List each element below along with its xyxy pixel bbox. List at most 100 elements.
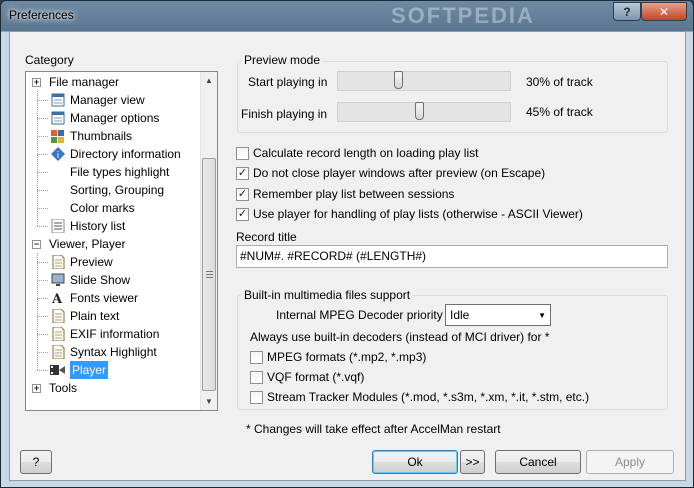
document-icon (50, 344, 66, 360)
tree-item-exif-information[interactable]: EXIF information (50, 325, 159, 343)
checkbox-box[interactable] (236, 146, 249, 160)
checkbox-box[interactable]: ✓ (236, 187, 249, 201)
checkbox-box[interactable]: ✓ (236, 166, 249, 180)
tree-item-label: Manager view (70, 93, 145, 107)
tree-item-sorting-grouping[interactable]: Sorting, Grouping (50, 181, 164, 199)
tree-item-label: Color marks (70, 201, 135, 215)
list-icon (50, 218, 66, 234)
mpeg-priority-label: Internal MPEG Decoder priority (276, 308, 443, 322)
decoders-label: Always use built-in decoders (instead of… (250, 330, 550, 344)
title-bar[interactable]: Preferences SOFTPEDIA ? ✕ (1, 1, 693, 31)
tree-item-label: Viewer, Player (49, 237, 126, 251)
start-playing-slider[interactable] (337, 71, 511, 91)
tree-item-label: Manager options (70, 111, 160, 125)
tree-item-syntax-highlight[interactable]: Syntax Highlight (50, 343, 157, 361)
record-title-label: Record title (236, 230, 297, 244)
tree-item-fonts-viewer[interactable]: A Fonts viewer (50, 289, 138, 307)
tree-item-label: Tools (49, 381, 78, 395)
tree-item-file-types-highlight[interactable]: File types highlight (50, 163, 169, 181)
thumbnails-icon (50, 128, 66, 144)
film-icon (50, 362, 66, 378)
tree-item-label: File manager (49, 75, 120, 89)
tree-item-label: Thumbnails (70, 129, 133, 143)
do-not-close-checkbox[interactable]: ✓ Do not close player windows after previ… (236, 166, 545, 180)
tree-item-player[interactable]: Player (50, 361, 109, 379)
vqf-format-checkbox[interactable]: VQF format (*.vqf) (250, 370, 364, 384)
start-playing-value: 30% of track (526, 75, 593, 89)
scroll-thumb[interactable] (202, 158, 216, 391)
finish-slider-thumb[interactable] (415, 102, 424, 120)
stream-tracker-checkbox[interactable]: Stream Tracker Modules (*.mod, *.s3m, *.… (250, 390, 589, 404)
scroll-up-icon[interactable]: ▲ (201, 72, 217, 89)
tree-item-slide-show[interactable]: Slide Show (50, 271, 130, 289)
tree-item-viewer-player[interactable]: − Viewer, Player (32, 235, 125, 253)
font-icon: A (50, 290, 66, 306)
multimedia-title: Built-in multimedia files support (242, 288, 413, 302)
tree-item-label: History list (70, 219, 126, 233)
checkbox-box[interactable] (250, 350, 263, 364)
none-icon (50, 164, 66, 180)
finish-playing-slider[interactable] (337, 102, 511, 122)
expand-icon[interactable]: + (32, 77, 41, 87)
collapse-icon[interactable]: − (32, 239, 41, 249)
tree-scrollbar[interactable]: ▲ ▼ (200, 72, 217, 410)
close-icon[interactable]: ✕ (641, 2, 687, 21)
tree-item-color-marks[interactable]: Color marks (50, 199, 135, 217)
scroll-down-icon[interactable]: ▼ (201, 393, 217, 410)
tree-item-directory-information[interactable]: i Directory information (50, 145, 181, 163)
start-slider-thumb[interactable] (394, 71, 403, 89)
mpeg-formats-checkbox[interactable]: MPEG formats (*.mp2, *.mp3) (250, 350, 426, 364)
checkbox-box[interactable]: ✓ (236, 207, 249, 221)
tree-item-manager-options[interactable]: Manager options (50, 109, 159, 127)
tree-item-label: Sorting, Grouping (70, 183, 165, 197)
tree-item-history-list[interactable]: History list (50, 217, 125, 235)
category-tree[interactable]: ▲ ▼ + File manager Manager view Manager opt… (25, 71, 218, 411)
tree-item-label: Player (70, 361, 109, 379)
remember-playlist-checkbox[interactable]: ✓ Remember play list between sessions (236, 187, 454, 201)
tree-item-tools[interactable]: + Tools (32, 379, 77, 397)
tree-item-label: Fonts viewer (70, 291, 139, 305)
document-icon (50, 308, 66, 324)
expand-icon[interactable]: + (32, 383, 41, 393)
next-button[interactable]: >> (460, 450, 485, 474)
preferences-window: Preferences SOFTPEDIA ? ✕ Category ▲ ▼ +… (0, 0, 694, 488)
tree-item-label: File types highlight (70, 165, 170, 179)
window-icon (50, 110, 66, 126)
tree-item-label: Syntax Highlight (70, 345, 157, 359)
calculate-length-checkbox[interactable]: Calculate record length on loading play … (236, 146, 478, 160)
dialog-body: Category ▲ ▼ + File manager Manager view Ma… (9, 31, 686, 481)
use-player-checkbox[interactable]: ✓ Use player for handling of play lists (… (236, 207, 583, 221)
preview-mode-title: Preview mode (242, 53, 323, 67)
finish-playing-value: 45% of track (526, 105, 593, 119)
window-title: Preferences (9, 8, 74, 22)
window-icon (50, 92, 66, 108)
svg-text:i: i (57, 151, 60, 161)
svg-text:A: A (51, 292, 63, 305)
watermark: SOFTPEDIA (391, 3, 535, 28)
tree-item-plain-text[interactable]: Plain text (50, 307, 119, 325)
checkbox-box[interactable] (250, 370, 263, 384)
titlebar-help-button[interactable]: ? (613, 2, 641, 21)
tree-item-label: Directory information (70, 147, 181, 161)
tree-item-label: EXIF information (70, 327, 160, 341)
info-icon: i (50, 146, 66, 162)
tree-item-thumbnails[interactable]: Thumbnails (50, 127, 132, 145)
ok-button[interactable]: Ok (372, 450, 458, 474)
tree-item-file-manager[interactable]: + File manager (32, 73, 119, 91)
tree-item-label: Plain text (70, 309, 120, 323)
none-icon (50, 200, 66, 216)
tree-item-manager-view[interactable]: Manager view (50, 91, 145, 109)
help-button[interactable]: ? (20, 450, 52, 474)
cancel-button[interactable]: Cancel (495, 450, 581, 474)
restart-note: * Changes will take effect after AccelMa… (246, 422, 501, 436)
apply-button[interactable]: Apply (586, 450, 674, 474)
tree-item-label: Preview (70, 255, 113, 269)
tree-item-preview[interactable]: Preview (50, 253, 113, 271)
mpeg-priority-select[interactable]: Idle ▼ (445, 304, 551, 326)
finish-playing-label: Finish playing in (241, 107, 328, 121)
chevron-down-icon: ▼ (538, 310, 546, 320)
record-title-input[interactable]: #NUM#. #RECORD# (#LENGTH#) (236, 245, 668, 268)
checkbox-box[interactable] (250, 390, 263, 404)
monitor-icon (50, 272, 66, 288)
document-icon (50, 254, 66, 270)
